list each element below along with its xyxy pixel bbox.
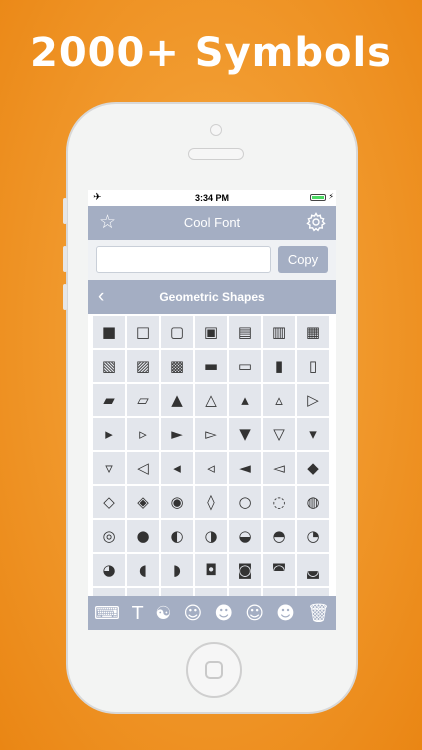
headline: 2000+ Symbols — [30, 30, 392, 76]
battery-icon — [310, 194, 326, 201]
symbol-cell[interactable]: ◕ — [93, 554, 125, 586]
symbol-cell[interactable]: ▯ — [297, 350, 329, 382]
symbol-cell[interactable]: ► — [161, 418, 193, 450]
symbol-cell[interactable]: ◢ — [297, 588, 329, 596]
battery-fill — [312, 196, 324, 199]
symbol-cell[interactable]: ◅ — [263, 452, 295, 484]
symbol-cell[interactable]: ◆ — [297, 452, 329, 484]
symbol-cell[interactable]: ◒ — [229, 520, 261, 552]
symbol-cell[interactable]: ◍ — [297, 486, 329, 518]
symbol-cell[interactable]: ▢ — [161, 316, 193, 348]
trash-icon[interactable]: 🗑 — [307, 603, 330, 624]
symbol-cell[interactable]: ◇ — [93, 486, 125, 518]
symbol-cell[interactable]: ▦ — [297, 316, 329, 348]
tongue-face-icon[interactable]: ☻ — [276, 603, 295, 624]
symbol-cell[interactable]: ▱ — [127, 384, 159, 416]
symbol-cell[interactable]: ▼ — [229, 418, 261, 450]
symbol-cell[interactable]: ▷ — [297, 384, 329, 416]
symbol-cell[interactable]: ◃ — [195, 452, 227, 484]
symbol-cell[interactable]: ◁ — [127, 452, 159, 484]
symbol-cell[interactable]: ◉ — [161, 486, 193, 518]
symbol-cell[interactable]: ▥ — [263, 316, 295, 348]
symbol-cell[interactable]: ▲ — [161, 384, 193, 416]
symbol-cell[interactable]: ▨ — [127, 350, 159, 382]
grin-icon[interactable]: ☺ — [245, 603, 264, 624]
symbol-cell[interactable]: △ — [195, 384, 227, 416]
symbol-cell[interactable]: ◗ — [161, 554, 193, 586]
charging-icon: ⚡ — [328, 192, 334, 201]
yin-yang-icon[interactable]: ☯ — [155, 603, 171, 624]
symbol-cell[interactable]: ○ — [229, 486, 261, 518]
symbol-cell[interactable]: ▵ — [263, 384, 295, 416]
symbol-cell[interactable]: ◛ — [297, 554, 329, 586]
symbol-cell[interactable]: ▴ — [229, 384, 261, 416]
home-button[interactable] — [186, 642, 242, 698]
symbol-cell[interactable]: □ — [127, 316, 159, 348]
symbol-cell[interactable]: ▾ — [297, 418, 329, 450]
symbol-cell[interactable]: ▣ — [195, 316, 227, 348]
symbol-cell[interactable]: ◌ — [263, 486, 295, 518]
symbol-cell[interactable]: ◚ — [263, 554, 295, 586]
symbol-cell[interactable]: ◎ — [93, 520, 125, 552]
symbol-cell[interactable]: ◟ — [195, 588, 227, 596]
symbol-cell[interactable]: ▿ — [93, 452, 125, 484]
category-title: Geometric Shapes — [159, 290, 265, 304]
symbol-cell[interactable]: ◙ — [229, 554, 261, 586]
symbol-cell[interactable]: ◈ — [127, 486, 159, 518]
symbol-cell[interactable]: ◑ — [195, 520, 227, 552]
symbol-cell[interactable]: ◄ — [229, 452, 261, 484]
nav-bar: ☆ Cool Font — [88, 206, 336, 240]
symbol-cell[interactable]: ▸ — [93, 418, 125, 450]
front-camera — [210, 124, 222, 136]
symbol-cell[interactable]: ◐ — [161, 520, 193, 552]
volume-down-button — [63, 284, 67, 310]
symbol-cell[interactable]: ▤ — [229, 316, 261, 348]
symbol-grid: ■ □ ▢ ▣ ▤ ▥ ▦ ▧ ▨ ▩ ▬ ▭ ▮ ▯ ▰ ▱ ▲ △ ▴ ▵ ▷ ▸ ▹ ► ▻ ▼ ▽ ▾ ▿ ◁ ◂ ◃ ◄ ◅ ◆ ◇ ◈ ◉ ◊ ○… — [91, 314, 333, 596]
symbol-text-input[interactable] — [96, 246, 271, 273]
status-time: 3:34 PM — [194, 193, 229, 203]
bottom-toolbar: ⌨ T ☯ ☺ ☻ ☺ ☻ 🗑 — [88, 596, 336, 630]
input-bar: Copy — [88, 240, 336, 280]
text-icon[interactable]: T — [132, 603, 143, 624]
app-title: Cool Font — [183, 215, 241, 230]
home-button-square-icon — [205, 661, 223, 679]
symbol-cell[interactable]: ◞ — [161, 588, 193, 596]
gear-icon[interactable] — [306, 212, 326, 237]
category-bar: ‹ Geometric Shapes — [88, 280, 336, 314]
symbol-cell[interactable]: ◝ — [127, 588, 159, 596]
copy-button[interactable]: Copy — [278, 246, 328, 273]
speaker-grille — [188, 148, 244, 160]
volume-mid-button — [63, 246, 67, 272]
symbol-cell[interactable]: ▧ — [93, 350, 125, 382]
symbol-cell[interactable]: ◔ — [297, 520, 329, 552]
keyboard-icon[interactable]: ⌨ — [94, 603, 120, 624]
symbol-cell[interactable]: ◂ — [161, 452, 193, 484]
symbol-cell[interactable]: ◖ — [127, 554, 159, 586]
symbol-cell[interactable]: ▩ — [161, 350, 193, 382]
symbol-cell[interactable]: ▽ — [263, 418, 295, 450]
app-screen: ✈ 3:34 PM ⚡ ☆ Cool Font Copy ‹ Geometric… — [88, 190, 336, 630]
symbol-cell[interactable]: ◜ — [93, 588, 125, 596]
symbol-cell[interactable]: ▻ — [195, 418, 227, 450]
symbol-cell[interactable]: ◠ — [229, 588, 261, 596]
symbol-cell[interactable]: ▭ — [229, 350, 261, 382]
volume-up-button — [63, 198, 67, 224]
symbol-cell[interactable]: ◘ — [195, 554, 227, 586]
symbol-cell[interactable]: ▹ — [127, 418, 159, 450]
symbol-cell[interactable]: ● — [127, 520, 159, 552]
symbol-cell[interactable]: ▰ — [93, 384, 125, 416]
symbol-cell[interactable]: ▬ — [195, 350, 227, 382]
symbol-cell[interactable]: ◓ — [263, 520, 295, 552]
symbol-cell[interactable]: ◡ — [263, 588, 295, 596]
robot-face-icon[interactable]: ☻ — [214, 603, 233, 624]
symbol-cell[interactable]: ▮ — [263, 350, 295, 382]
status-bar: ✈ 3:34 PM ⚡ — [88, 190, 336, 206]
symbol-cell[interactable]: ◊ — [195, 486, 227, 518]
smiley-icon[interactable]: ☺ — [184, 603, 203, 624]
symbol-cell[interactable]: ■ — [93, 316, 125, 348]
